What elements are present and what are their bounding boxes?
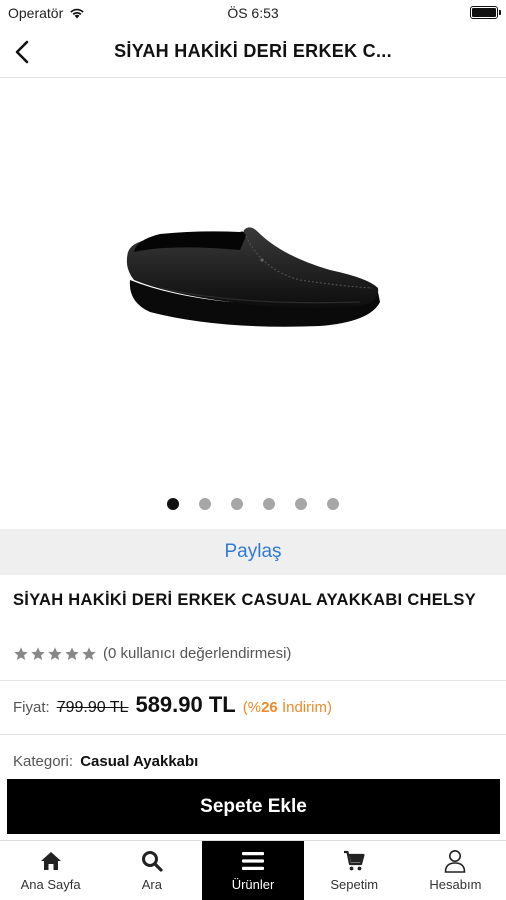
new-price: 589.90 TL xyxy=(135,692,236,717)
share-bar: Paylaş xyxy=(0,529,506,575)
battery-icon xyxy=(470,6,501,19)
tab-products[interactable]: Ürünler xyxy=(202,841,304,900)
product-title: SİYAH HAKİKİ DERİ ERKEK CASUAL AYAKKABI … xyxy=(13,591,477,609)
tab-cart[interactable]: Sepetim xyxy=(304,841,405,900)
pagination-dot[interactable] xyxy=(231,498,243,510)
nav-header: SİYAH HAKİKİ DERİ ERKEK C... xyxy=(0,26,506,78)
page-title: SİYAH HAKİKİ DERİ ERKEK C... xyxy=(114,41,392,61)
star-icon xyxy=(14,646,28,660)
category-row: Kategori: Casual Ayakkabı xyxy=(13,753,198,770)
tab-label: Ana Sayfa xyxy=(20,877,81,892)
pagination-dot[interactable] xyxy=(263,498,275,510)
search-icon xyxy=(140,849,164,873)
discount-badge: (%26 İndirim) xyxy=(243,699,332,716)
discount-suffix: İndirim) xyxy=(281,699,332,716)
cart-icon xyxy=(342,849,366,873)
divider xyxy=(0,680,506,681)
tab-label: Hesabım xyxy=(429,877,482,892)
tab-label: Ürünler xyxy=(231,877,275,892)
price-row: Fiyat: 799.90 TL 589.90 TL (%26 İndirim) xyxy=(13,692,332,718)
price-label: Fiyat: xyxy=(13,699,50,716)
old-price: 799.90 TL xyxy=(56,699,129,716)
shoe-image xyxy=(126,227,380,327)
pagination-dot[interactable] xyxy=(199,498,211,510)
discount-value: 26 xyxy=(261,699,278,716)
add-to-cart-button[interactable]: Sepete Ekle xyxy=(7,779,500,834)
divider xyxy=(0,734,506,735)
pagination-dot[interactable] xyxy=(327,498,339,510)
chevron-left-icon xyxy=(15,40,29,64)
category-label: Kategori: xyxy=(13,753,74,770)
tab-label: Sepetim xyxy=(330,877,379,892)
status-bar: Operatör ÖS 6:53 xyxy=(0,0,506,26)
star-icon xyxy=(31,646,45,660)
tab-bar: Ana Sayfa Ara Ürünler Sepetim Hesabım xyxy=(0,840,506,900)
tab-home[interactable]: Ana Sayfa xyxy=(0,841,101,900)
pagination-dot[interactable] xyxy=(167,498,179,510)
rating-stars[interactable] xyxy=(13,646,97,662)
user-icon xyxy=(443,849,467,873)
back-button[interactable] xyxy=(6,36,38,68)
rating-row: (0 kullanıcı değerlendirmesi) xyxy=(13,645,291,662)
product-image[interactable] xyxy=(0,80,506,490)
rating-count: (0 kullanıcı değerlendirmesi) xyxy=(103,645,292,662)
discount-prefix: (% xyxy=(242,699,262,716)
share-button[interactable]: Paylaş xyxy=(224,541,281,563)
home-icon xyxy=(39,849,63,873)
pagination-dot[interactable] xyxy=(295,498,307,510)
category-link[interactable]: Casual Ayakkabı xyxy=(80,753,198,770)
status-time: ÖS 6:53 xyxy=(227,5,279,21)
star-icon xyxy=(65,646,79,660)
tab-label: Ara xyxy=(141,877,162,892)
star-icon xyxy=(48,646,62,660)
tab-account[interactable]: Hesabım xyxy=(405,841,506,900)
star-icon xyxy=(82,646,96,660)
tab-search[interactable]: Ara xyxy=(101,841,202,900)
image-pagination xyxy=(0,498,506,510)
menu-icon xyxy=(241,849,265,873)
